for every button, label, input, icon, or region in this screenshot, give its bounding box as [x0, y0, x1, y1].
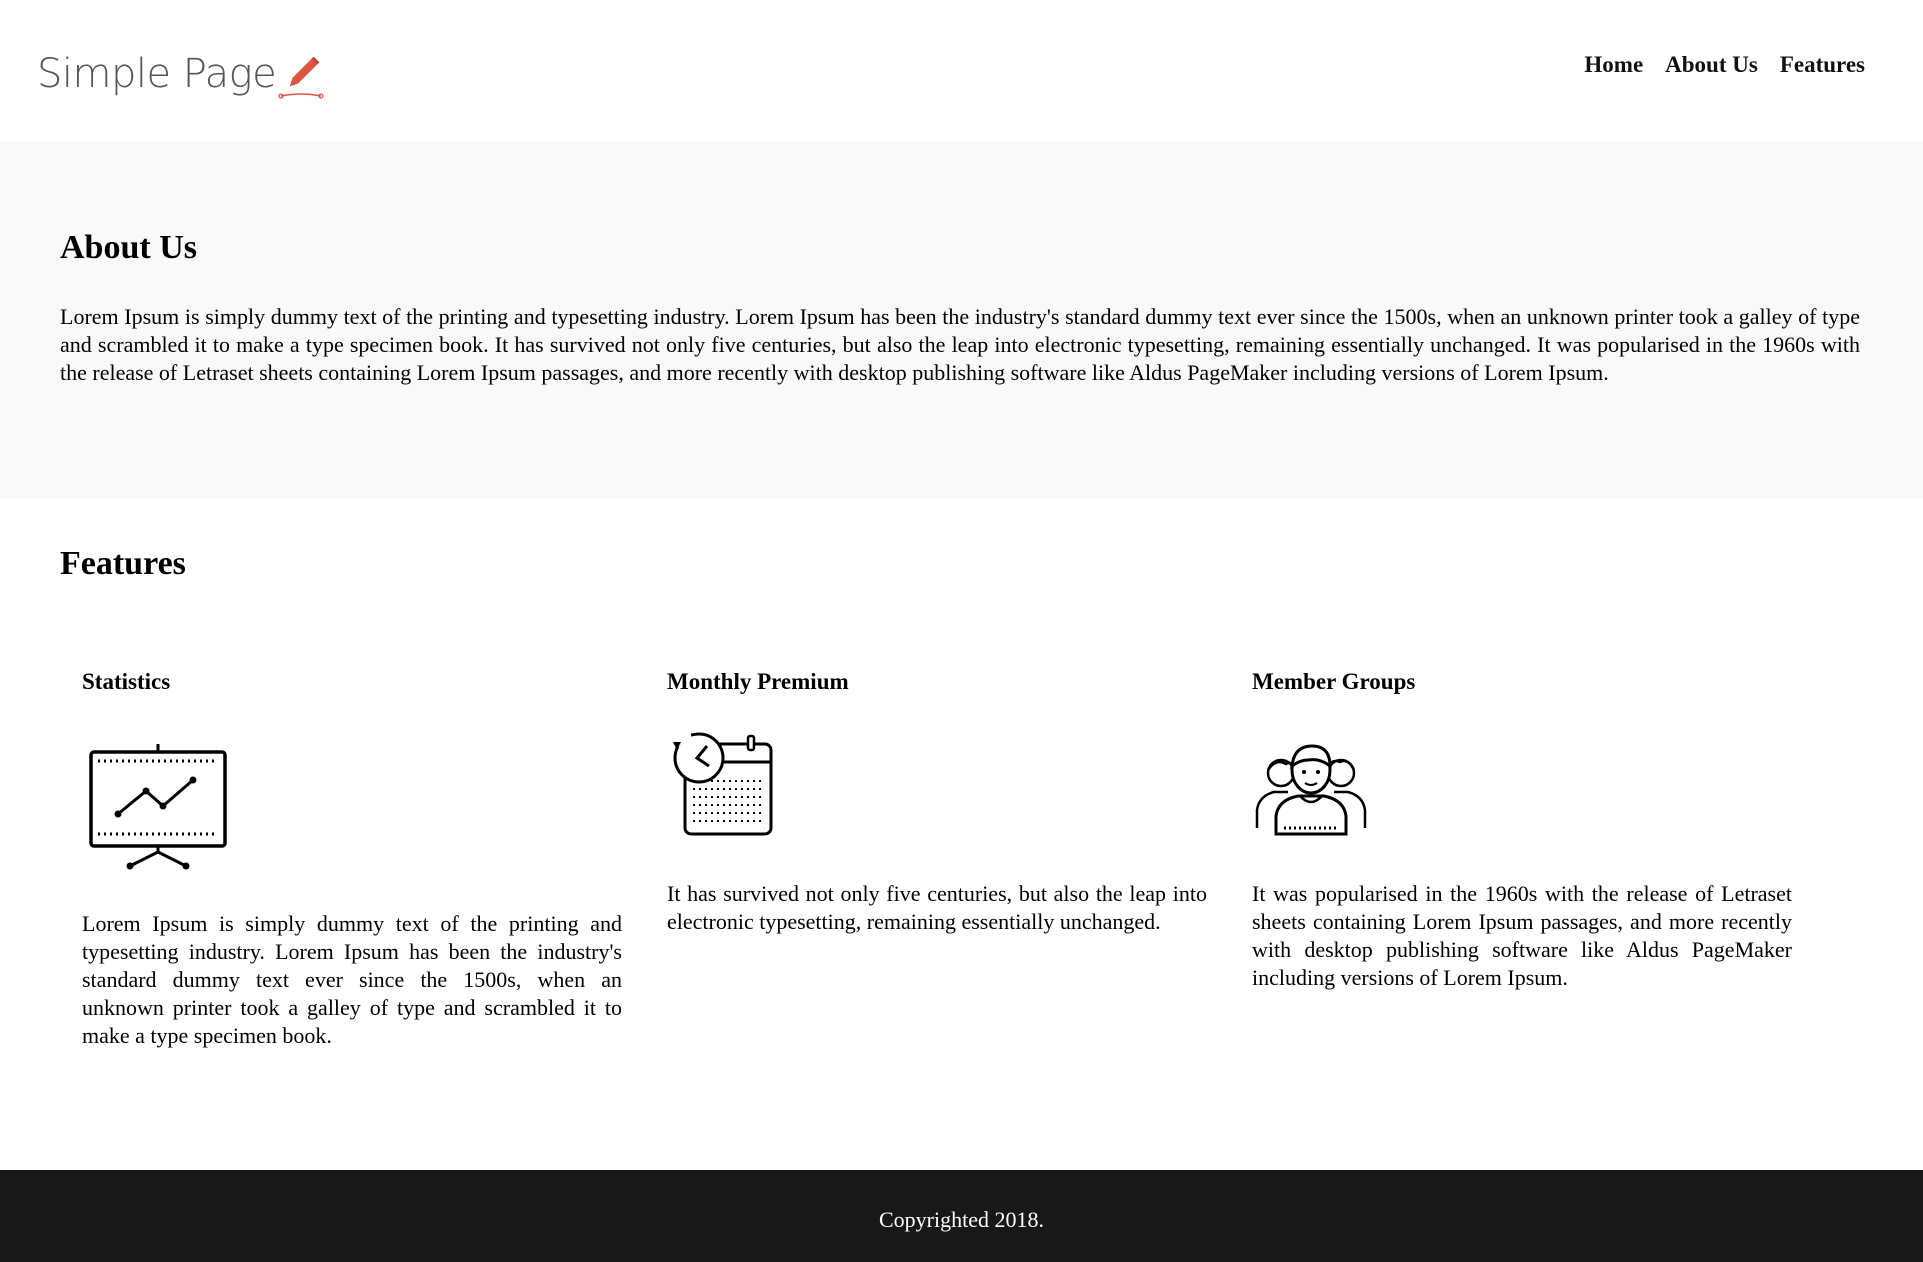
- logo-text: Simple Page: [37, 51, 277, 97]
- feature-member-groups: Member Groups It was popularised in the …: [1252, 669, 1792, 990]
- nav-features-link[interactable]: Features: [1780, 52, 1865, 78]
- site-footer: Copyrighted 2018.: [0, 1170, 1923, 1262]
- pencil-icon: [278, 56, 324, 99]
- calendar-clock-icon: [673, 732, 773, 836]
- feature-title: Statistics: [82, 669, 171, 694]
- feature-text: It was popularised in the 1960s with the…: [1252, 881, 1792, 990]
- logo[interactable]: Simple Page: [37, 44, 325, 99]
- nav-about-link[interactable]: About Us: [1665, 52, 1758, 78]
- feature-title: Member Groups: [1252, 669, 1416, 694]
- feature-text: Lorem Ipsum is simply dummy text of the …: [82, 911, 622, 1048]
- feature-statistics: Statistics Lorem Ipsum is simply dummy t…: [82, 669, 622, 1048]
- feature-text: It has survived not only five centuries,…: [667, 881, 1207, 934]
- feature-title: Monthly Premium: [667, 669, 849, 694]
- nav-home-link[interactable]: Home: [1584, 52, 1643, 78]
- user-group-icon: [1255, 744, 1367, 836]
- feature-monthly-premium: Monthly Premium It has survived not only…: [667, 669, 1207, 934]
- about-text: Lorem Ipsum is simply dummy text of the …: [60, 304, 1860, 385]
- features-title: Features: [60, 545, 186, 582]
- copyright-text: Copyrighted 2018.: [879, 1207, 1044, 1232]
- about-title: About Us: [60, 229, 197, 266]
- about-section: About Us Lorem Ipsum is simply dummy tex…: [0, 141, 1923, 499]
- main-nav: Home About Us Features: [1584, 52, 1865, 78]
- presentation-chart-icon: [89, 744, 227, 870]
- site-header: Simple Page Home About Us Features: [0, 0, 1923, 141]
